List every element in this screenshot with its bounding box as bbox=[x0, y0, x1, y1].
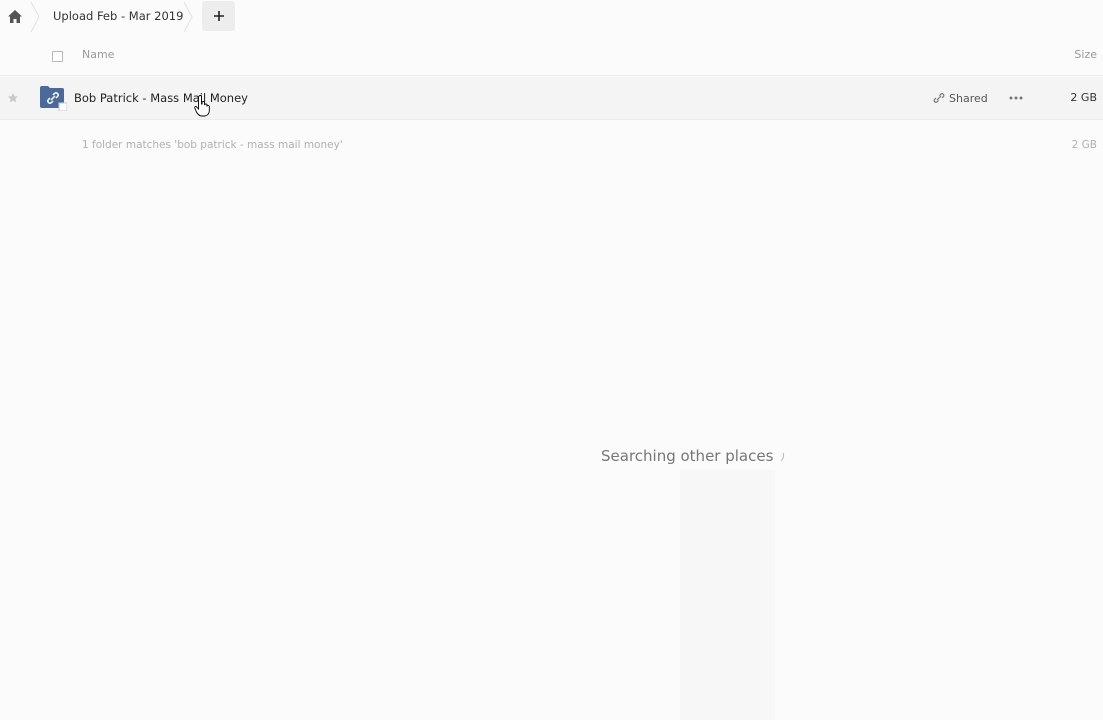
file-name-link[interactable]: Bob Patrick - Mass Mail Money bbox=[74, 77, 248, 119]
search-results-placeholder bbox=[680, 470, 775, 720]
shared-label: Shared bbox=[949, 91, 988, 105]
column-header-size[interactable]: Size bbox=[1074, 40, 1097, 70]
favorite-star-button[interactable] bbox=[5, 90, 21, 106]
link-icon bbox=[933, 93, 945, 103]
share-button[interactable]: Shared bbox=[933, 77, 988, 119]
shared-folder-icon bbox=[39, 85, 68, 112]
breadcrumb-current-folder[interactable]: Upload Feb - Mar 2019 bbox=[53, 0, 183, 32]
breadcrumb-separator-icon bbox=[183, 2, 193, 32]
more-actions-button[interactable] bbox=[1005, 88, 1027, 108]
new-button[interactable] bbox=[202, 1, 235, 31]
breadcrumb: Upload Feb - Mar 2019 bbox=[0, 0, 1103, 34]
file-size: 2 GB bbox=[1070, 91, 1097, 104]
home-button[interactable] bbox=[0, 0, 30, 32]
summary-size: 2 GB bbox=[1071, 139, 1097, 151]
loading-spinner-icon bbox=[780, 452, 785, 462]
home-icon bbox=[8, 9, 22, 23]
file-list-header: Name Size bbox=[0, 40, 1103, 76]
breadcrumb-separator-icon bbox=[30, 2, 40, 32]
select-all-checkbox[interactable] bbox=[52, 51, 63, 62]
search-summary: 1 folder matches 'bob patrick - mass mai… bbox=[82, 139, 343, 151]
table-row[interactable]: Bob Patrick - Mass Mail Money Shared 2 G… bbox=[0, 77, 1103, 120]
searching-status: Searching other places bbox=[601, 447, 774, 465]
more-icon bbox=[1009, 96, 1023, 100]
column-header-name[interactable]: Name bbox=[82, 40, 114, 70]
star-icon bbox=[8, 93, 18, 103]
plus-icon bbox=[213, 11, 224, 21]
